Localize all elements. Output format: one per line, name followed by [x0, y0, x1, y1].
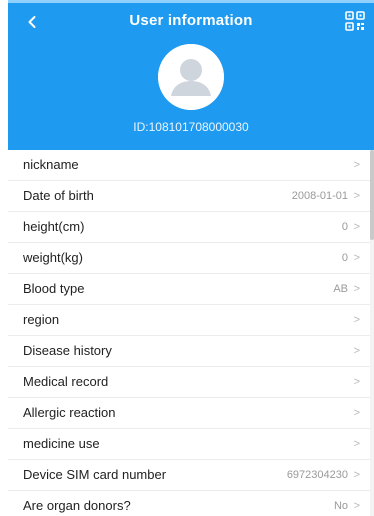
avatar[interactable]: [158, 44, 224, 110]
chevron-right-icon: >: [353, 500, 360, 512]
chevron-right-icon: >: [353, 221, 360, 233]
row-allergic-reaction[interactable]: Allergic reaction >: [8, 398, 370, 429]
page-title: User information: [129, 12, 253, 29]
row-value: 6972304230: [286, 469, 348, 481]
row-medical-record[interactable]: Medical record >: [8, 367, 370, 398]
row-label: nickname: [23, 157, 79, 172]
user-info-list: nickname > Date of birth 2008-01-01 > he…: [8, 150, 370, 516]
row-value: No: [333, 500, 348, 512]
user-information-screen: User information ID:108101708000030 nick…: [0, 0, 374, 516]
row-region[interactable]: region >: [8, 305, 370, 336]
qr-code-icon: [345, 11, 365, 31]
row-organ-donor[interactable]: Are organ donors? No >: [8, 491, 370, 516]
row-value: 0: [341, 221, 348, 233]
row-label: Are organ donors?: [23, 498, 131, 513]
row-value: AB: [333, 283, 348, 295]
user-id-label: ID:108101708000030: [133, 120, 249, 134]
row-nickname[interactable]: nickname >: [8, 150, 370, 181]
row-label: region: [23, 312, 60, 327]
row-blood-type[interactable]: Blood type AB >: [8, 274, 370, 305]
scrollbar-thumb[interactable]: [370, 150, 374, 240]
chevron-right-icon: >: [353, 345, 360, 357]
chevron-right-icon: >: [353, 314, 360, 326]
chevron-right-icon: >: [353, 159, 360, 171]
row-label: Disease history: [23, 343, 112, 358]
row-label: weight(kg): [23, 250, 83, 265]
row-label: Allergic reaction: [23, 405, 116, 420]
row-label: Medical record: [23, 374, 109, 389]
row-device-sim-card-number[interactable]: Device SIM card number 6972304230 >: [8, 460, 370, 491]
chevron-right-icon: >: [353, 376, 360, 388]
row-weight[interactable]: weight(kg) 0 >: [8, 243, 370, 274]
row-label: height(cm): [23, 219, 85, 234]
row-disease-history[interactable]: Disease history >: [8, 336, 370, 367]
row-medicine-use[interactable]: medicine use >: [8, 429, 370, 460]
header-top-highlight: [8, 0, 374, 3]
row-label: Blood type: [23, 281, 85, 296]
row-label: Device SIM card number: [23, 467, 167, 482]
row-date-of-birth[interactable]: Date of birth 2008-01-01 >: [8, 181, 370, 212]
chevron-right-icon: >: [353, 252, 360, 264]
chevron-right-icon: >: [353, 190, 360, 202]
chevron-right-icon: >: [353, 407, 360, 419]
row-value: 2008-01-01: [291, 190, 348, 202]
row-label: medicine use: [23, 436, 100, 451]
row-label: Date of birth: [23, 188, 94, 203]
profile-header: User information ID:108101708000030: [8, 0, 374, 150]
chevron-right-icon: >: [353, 469, 360, 481]
chevron-right-icon: >: [353, 438, 360, 450]
user-avatar-icon: [158, 44, 224, 110]
row-value: 0: [341, 252, 348, 264]
qr-code-button[interactable]: [344, 10, 366, 32]
chevron-right-icon: >: [353, 283, 360, 295]
row-height[interactable]: height(cm) 0 >: [8, 212, 370, 243]
